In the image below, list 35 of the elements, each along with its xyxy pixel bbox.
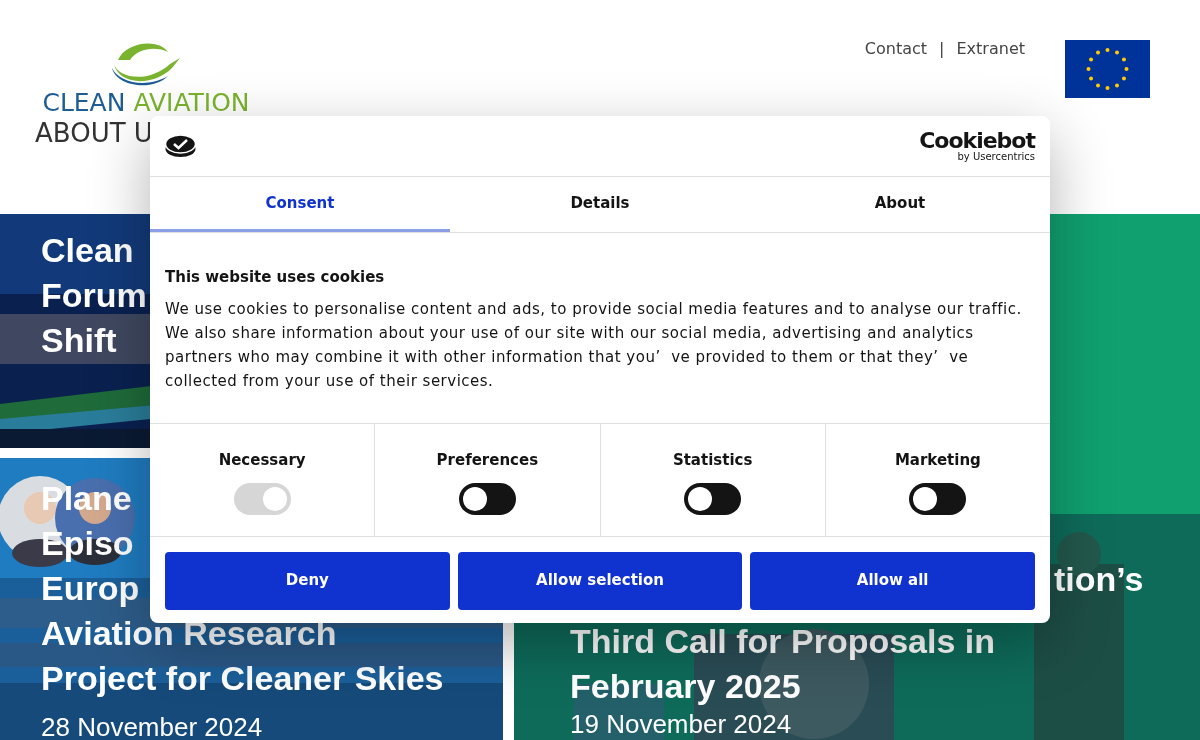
card-title: tion’s (1054, 559, 1144, 600)
consent-button[interactable]: Allow all (750, 551, 1035, 610)
card-title: Shift (41, 320, 117, 361)
dialog-tab[interactable]: Consent (150, 177, 450, 232)
brand-byline: by Usercentrics (957, 152, 1035, 162)
dialog-tab[interactable]: Details (450, 177, 750, 232)
dialog-text: We use cookies to personalise content and ads, to provide social media features and to analyse our traffic. We also share information about your use of our site with our social media, advertising and analytics partners who may combine it with other information that you’ ve provided to them or that they’ ve collected from your use of their services. (165, 298, 1023, 392)
card-date: 28 November 2024 (41, 711, 263, 740)
category-label: Marketing (894, 449, 981, 471)
top-link[interactable]: Extranet (956, 37, 1025, 61)
toggle-switch[interactable] (684, 483, 742, 515)
brand-name: Cookiebot (919, 130, 1035, 152)
card-title: Forum (41, 275, 147, 316)
toggle-switch[interactable] (458, 483, 516, 515)
category-label: Preferences (436, 449, 539, 471)
check-icon (165, 134, 196, 158)
card-title: February 2025 (570, 666, 801, 707)
card-title: Aviation Research (41, 613, 337, 654)
category-label: Necessary (218, 449, 306, 471)
top-link[interactable]: Contact (864, 37, 928, 61)
consent-button[interactable]: Allow selection (457, 551, 743, 610)
category-label: Statistics (672, 449, 753, 471)
consent-button[interactable]: Deny (165, 551, 450, 610)
card-title: Third Call for Proposals in (570, 621, 996, 662)
card-date: 19 November 2024 (570, 709, 792, 739)
card-title: Europ (41, 568, 140, 609)
flag-icon (1065, 40, 1150, 98)
logo-text: CLEAN (42, 90, 126, 116)
logo-text: AVIATION (133, 90, 250, 116)
toggle-switch[interactable] (909, 483, 967, 515)
card-title: Project for Cleaner Skies (41, 658, 444, 699)
dialog-tab[interactable]: About (750, 177, 1050, 232)
separator: | (939, 38, 945, 60)
dialog-heading: This website uses cookies (165, 267, 386, 288)
card-title: Clean (41, 230, 134, 271)
